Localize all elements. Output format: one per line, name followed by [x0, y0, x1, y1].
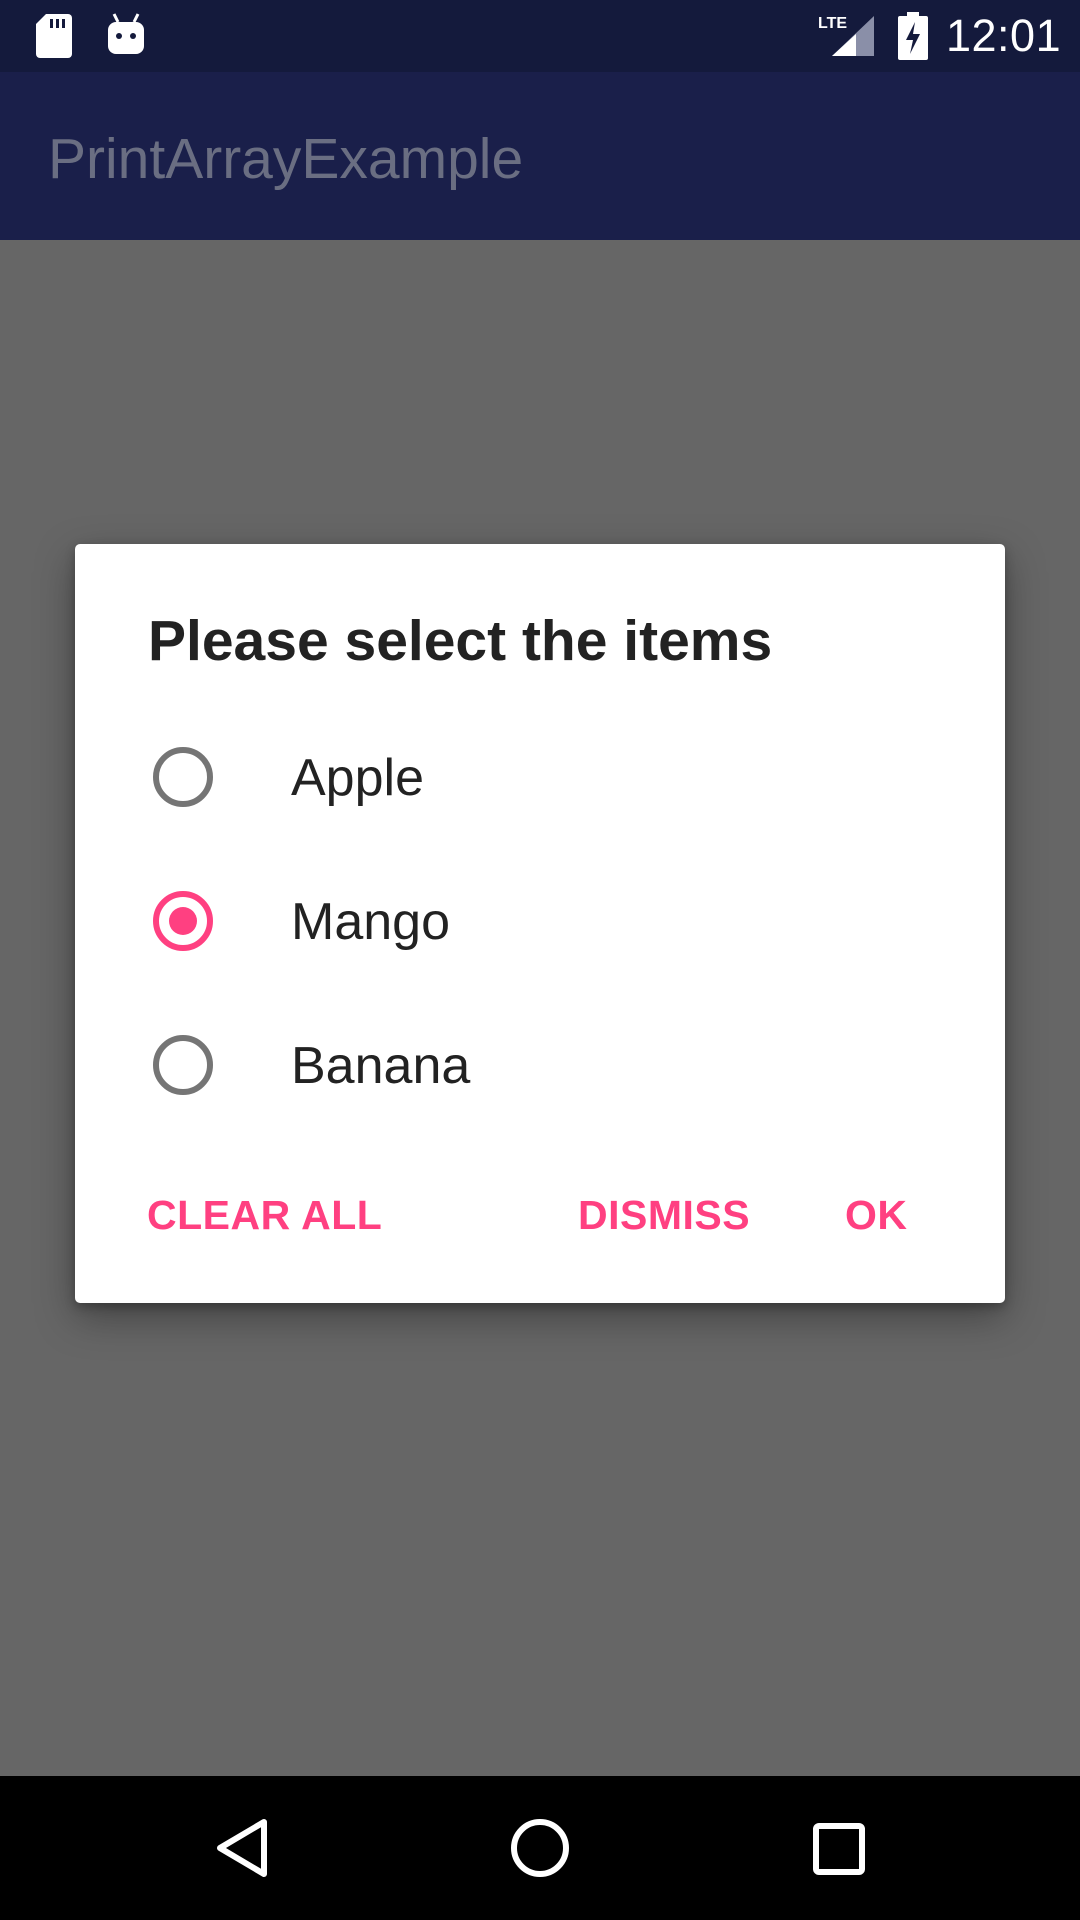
select-items-dialog: Please select the items Apple Mango Bana… [75, 544, 1005, 1303]
option-label: Apple [291, 749, 424, 807]
dismiss-button[interactable]: DISMISS [578, 1192, 750, 1239]
option-banana[interactable]: Banana [75, 992, 1005, 1136]
lte-label: LTE [818, 15, 847, 32]
battery-charging-icon [898, 12, 928, 60]
option-apple[interactable]: Apple [75, 704, 1005, 848]
home-icon[interactable] [510, 1818, 570, 1878]
option-label: Mango [291, 893, 450, 951]
app-title: PrintArrayExample [48, 127, 524, 191]
lte-signal-icon: LTE [818, 15, 874, 56]
option-label: Banana [291, 1037, 471, 1095]
app-bar: PrintArrayExample [0, 72, 1080, 240]
sd-card-icon [36, 14, 72, 58]
android-icon [108, 13, 144, 54]
back-icon[interactable] [214, 1818, 270, 1878]
radio-button-checked[interactable] [153, 891, 213, 951]
navigation-bar [0, 1776, 1080, 1920]
ok-button[interactable]: OK [845, 1192, 908, 1239]
radio-button-unchecked[interactable] [153, 1035, 213, 1095]
clear-all-button[interactable]: CLEAR ALL [147, 1192, 382, 1239]
recents-icon[interactable] [812, 1822, 866, 1876]
screen: LTE 12:01 PrintArrayExample Please selec… [0, 0, 1080, 1920]
dialog-title: Please select the items [148, 609, 773, 673]
option-mango[interactable]: Mango [75, 848, 1005, 992]
status-bar: LTE 12:01 [0, 0, 1080, 72]
status-clock: 12:01 [946, 10, 1062, 61]
radio-button-unchecked[interactable] [153, 747, 213, 807]
